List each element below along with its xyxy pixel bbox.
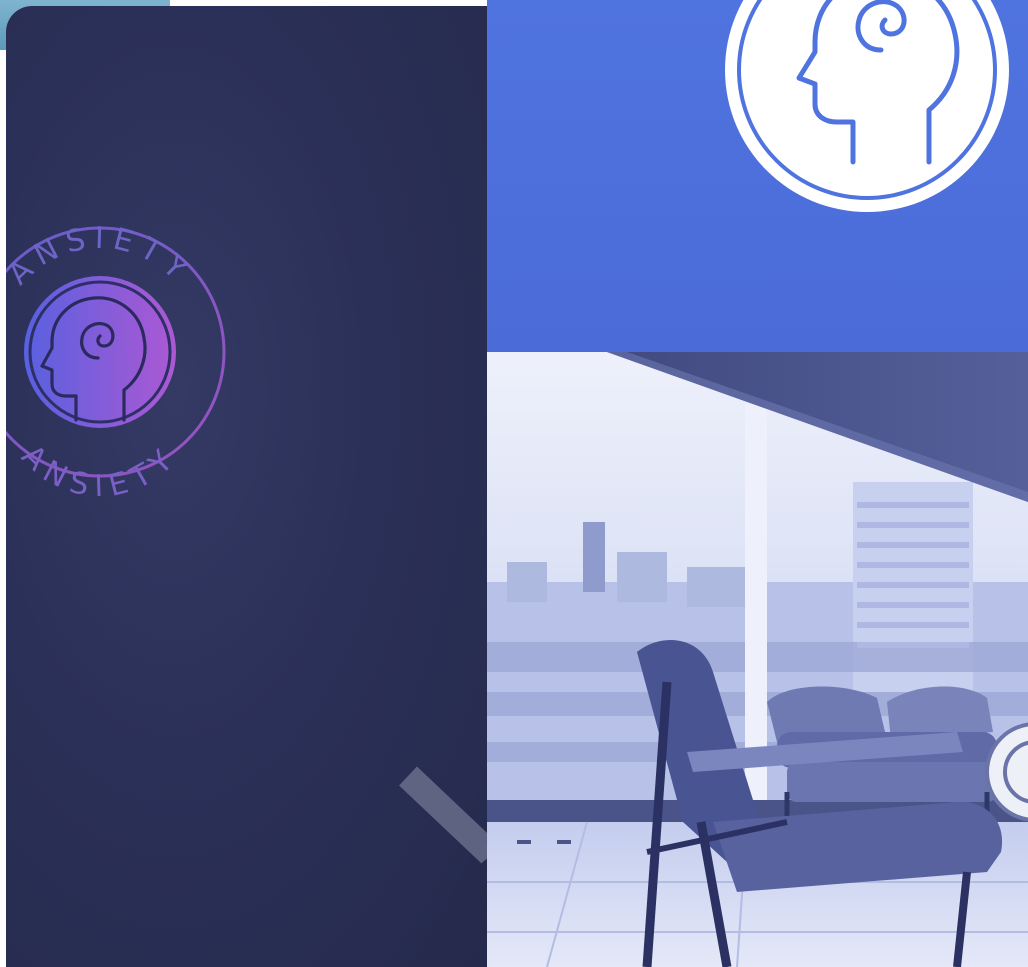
head-profile-icon (725, 0, 1009, 212)
blue-hero-panel (487, 0, 1028, 352)
blue-hero-art (725, 0, 1009, 212)
office-photo (487, 352, 1028, 967)
chevron-down-icon (399, 766, 487, 864)
screenshot-frame: ANSIETY ANSIETY (0, 0, 1028, 967)
office-photo-art (487, 352, 1028, 967)
ansiety-badge: ANSIETY ANSIETY (6, 221, 226, 505)
left-panel: ANSIETY ANSIETY (6, 6, 487, 967)
left-panel-art: ANSIETY ANSIETY (6, 221, 487, 864)
badge-bottom-text: ANSIETY (15, 438, 186, 504)
